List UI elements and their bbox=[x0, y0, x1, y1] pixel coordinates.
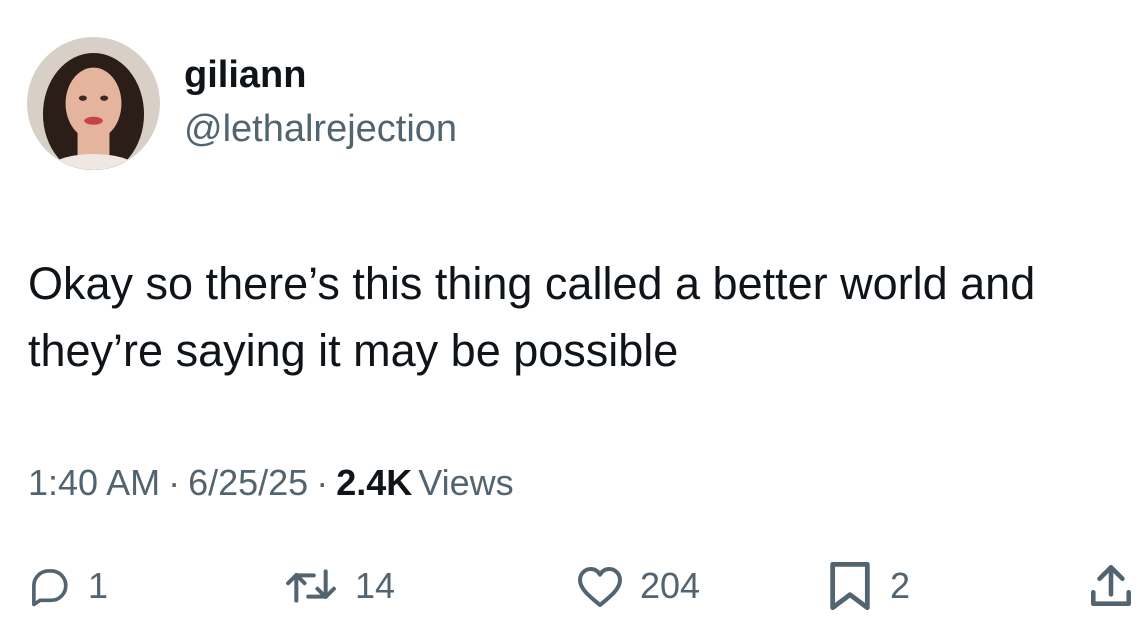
display-name[interactable]: giliann bbox=[184, 56, 306, 94]
views-label: Views bbox=[418, 462, 514, 503]
bookmark-count: 2 bbox=[890, 565, 911, 606]
reply-count: 1 bbox=[88, 565, 109, 606]
user-handle[interactable]: @lethalrejection bbox=[184, 110, 457, 148]
tweet-date[interactable]: 6/25/25 bbox=[188, 462, 308, 503]
avatar-image bbox=[27, 37, 160, 170]
retweet-count: 14 bbox=[355, 565, 396, 606]
tweet-time[interactable]: 1:40 AM bbox=[28, 462, 160, 503]
views-count: 2.4K bbox=[336, 462, 413, 503]
tweet-text: Okay so there’s this thing called a bett… bbox=[28, 258, 1036, 376]
share-icon bbox=[1091, 564, 1131, 606]
bookmark-icon bbox=[830, 561, 870, 611]
separator: · bbox=[168, 462, 181, 503]
reply-button[interactable]: 1 bbox=[28, 562, 108, 610]
share-button[interactable] bbox=[1086, 562, 1136, 610]
retweet-icon bbox=[286, 569, 336, 603]
tweet-metadata: 1:40 AM · 6/25/25 · 2.4K Views bbox=[28, 465, 514, 501]
heart-icon bbox=[578, 567, 622, 607]
separator: · bbox=[316, 462, 329, 503]
avatar[interactable] bbox=[27, 37, 160, 170]
bookmark-button[interactable]: 2 bbox=[826, 561, 911, 611]
like-count: 204 bbox=[640, 565, 701, 606]
reply-icon bbox=[32, 569, 68, 607]
like-button[interactable]: 204 bbox=[576, 562, 700, 610]
retweet-button[interactable]: 14 bbox=[283, 562, 395, 610]
